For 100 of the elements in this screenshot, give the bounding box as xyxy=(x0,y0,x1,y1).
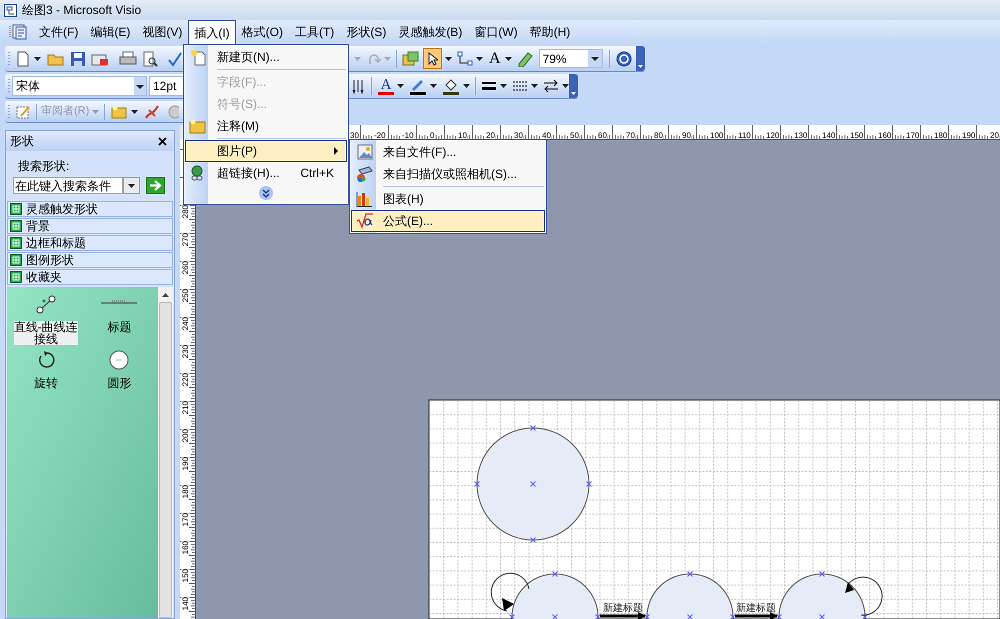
menu-item[interactable]: 超链接(H)... Ctrl+K xyxy=(185,162,347,184)
menu-item[interactable]: 文件(F) xyxy=(33,20,84,44)
ruler-label: 210 xyxy=(181,401,190,414)
caret-icon[interactable] xyxy=(34,56,41,60)
toolbar-options-button[interactable] xyxy=(636,46,645,71)
line-ends-icon[interactable] xyxy=(543,79,559,93)
ruler-label: 150 xyxy=(181,569,190,582)
caret-icon[interactable] xyxy=(476,56,483,60)
submenu-arrow-icon xyxy=(334,147,338,155)
caret-icon xyxy=(638,65,643,68)
menu-item[interactable]: 灵感触发(B) xyxy=(392,20,468,44)
fill-bucket-icon[interactable] xyxy=(442,78,460,94)
stencil-icon xyxy=(10,220,22,232)
text-align-icon[interactable] xyxy=(352,78,366,94)
stencil-tab[interactable]: 收藏夹 xyxy=(7,269,173,285)
ruler-label: 120 xyxy=(765,131,780,139)
grip-icon[interactable] xyxy=(8,104,11,120)
ruler-label: 180 xyxy=(181,485,190,498)
menu-item[interactable]: 来自文件(F)... xyxy=(351,141,545,163)
save-icon[interactable] xyxy=(70,50,86,66)
new-comment-icon[interactable] xyxy=(111,104,128,120)
ruler-label: 30 xyxy=(349,131,359,139)
new-page-icon xyxy=(190,48,206,66)
grip-icon[interactable] xyxy=(8,50,11,66)
shapes-window-icon[interactable] xyxy=(402,50,419,66)
scrollbar-thumb[interactable] xyxy=(159,302,172,618)
caret-icon[interactable] xyxy=(531,84,538,88)
ruler-label: 20 xyxy=(485,131,495,139)
search-label: 搜索形状: xyxy=(17,159,70,173)
menu-item[interactable]: 帮助(H) xyxy=(524,20,576,44)
toolbar-options-button[interactable] xyxy=(569,74,578,98)
text-tool-button[interactable]: A xyxy=(489,50,501,66)
caret-icon[interactable] xyxy=(463,84,470,88)
menu-item[interactable]: 新建页(N)... xyxy=(185,46,347,68)
toolbar-icon[interactable] xyxy=(167,104,180,120)
ruler-label: 220 xyxy=(181,373,190,386)
connector-shape-icon[interactable] xyxy=(34,293,58,315)
grip-icon[interactable] xyxy=(8,78,11,94)
menu-item[interactable]: 注释(M) xyxy=(185,115,347,137)
ruler-label: 100 xyxy=(709,131,724,139)
circle-shape-icon[interactable] xyxy=(108,349,130,371)
font-color-button[interactable]: A xyxy=(378,78,394,94)
pointer-icon xyxy=(428,52,438,66)
shape-label[interactable]: 标题 xyxy=(87,321,152,333)
markup-icon[interactable] xyxy=(15,104,31,120)
menu-item[interactable]: 窗口(W) xyxy=(468,20,524,44)
comment-icon xyxy=(189,118,206,134)
ruler-label: 280 xyxy=(181,205,190,218)
menu-item[interactable]: 视图(V) xyxy=(136,20,188,44)
zoom-box[interactable]: 79% xyxy=(538,49,603,68)
dropdown-button[interactable] xyxy=(123,177,140,194)
ruler-label: 110 xyxy=(737,131,751,139)
ruler-label: 20 xyxy=(989,131,999,139)
line-color-icon[interactable] xyxy=(409,78,427,94)
stencil-tab[interactable]: 边框和标题 xyxy=(7,235,173,251)
menu-item[interactable]: 工具(T) xyxy=(288,20,340,44)
spelling-icon[interactable] xyxy=(167,50,183,66)
ruler-label: 250 xyxy=(181,289,190,302)
font-box[interactable]: 宋体 xyxy=(12,76,147,96)
menu-item[interactable]: 形状(S) xyxy=(340,20,392,44)
search-field[interactable]: 在此键入搜索条件 xyxy=(13,177,123,194)
menu-item[interactable]: 图片(P) xyxy=(185,140,347,162)
pencil-icon[interactable] xyxy=(516,50,534,66)
pointer-tool-button[interactable] xyxy=(423,48,442,69)
window-title: 绘图3 - Microsoft Visio xyxy=(22,2,142,19)
stencil-tab[interactable]: 图例形状 xyxy=(7,252,173,268)
caret-icon[interactable] xyxy=(397,84,404,88)
caret-icon xyxy=(128,184,135,188)
connector-icon[interactable] xyxy=(457,50,473,66)
shape-label[interactable]: 圆形 xyxy=(87,377,152,389)
print-preview-icon[interactable] xyxy=(142,50,158,66)
line-weight-icon[interactable] xyxy=(481,79,497,93)
ruler-label: 200 xyxy=(181,429,190,442)
shape-label[interactable]: 直线-曲线连接线 xyxy=(14,321,78,345)
ruler-label: 190 xyxy=(961,131,976,139)
help-icon[interactable] xyxy=(616,50,632,66)
shape-label[interactable]: 旋转 xyxy=(14,377,78,389)
picture-icon xyxy=(356,144,372,160)
menu-item[interactable]: 格式(O) xyxy=(236,20,289,44)
stencil-tab[interactable]: 灵感触发形状 xyxy=(7,201,173,217)
caret-icon[interactable] xyxy=(500,84,507,88)
ink-pen-icon[interactable] xyxy=(144,104,160,120)
shortcut-text: Ctrl+K xyxy=(300,165,334,182)
caret-icon[interactable] xyxy=(504,56,512,60)
close-icon[interactable] xyxy=(158,136,167,146)
expand-chevron-icon[interactable] xyxy=(259,186,273,200)
go-button[interactable] xyxy=(146,177,165,194)
stencil-tab[interactable]: 背景 xyxy=(7,218,173,234)
menu-item[interactable]: 公式(E)... xyxy=(351,210,545,232)
stencil-icon xyxy=(10,237,22,249)
menu-item[interactable]: 图表(H) xyxy=(351,188,545,210)
new-document-icon[interactable] xyxy=(15,50,31,66)
menu-item[interactable]: 编辑(E) xyxy=(84,20,136,44)
caret-icon[interactable] xyxy=(430,84,437,88)
caret-icon[interactable] xyxy=(445,56,452,60)
print-icon[interactable] xyxy=(119,50,137,66)
menu-item[interactable]: 来自扫描仪或照相机(S)... xyxy=(351,163,545,185)
line-pattern-icon[interactable] xyxy=(512,79,528,93)
menu-item[interactable]: 插入(I) xyxy=(188,20,236,44)
caret-icon[interactable] xyxy=(131,110,138,114)
